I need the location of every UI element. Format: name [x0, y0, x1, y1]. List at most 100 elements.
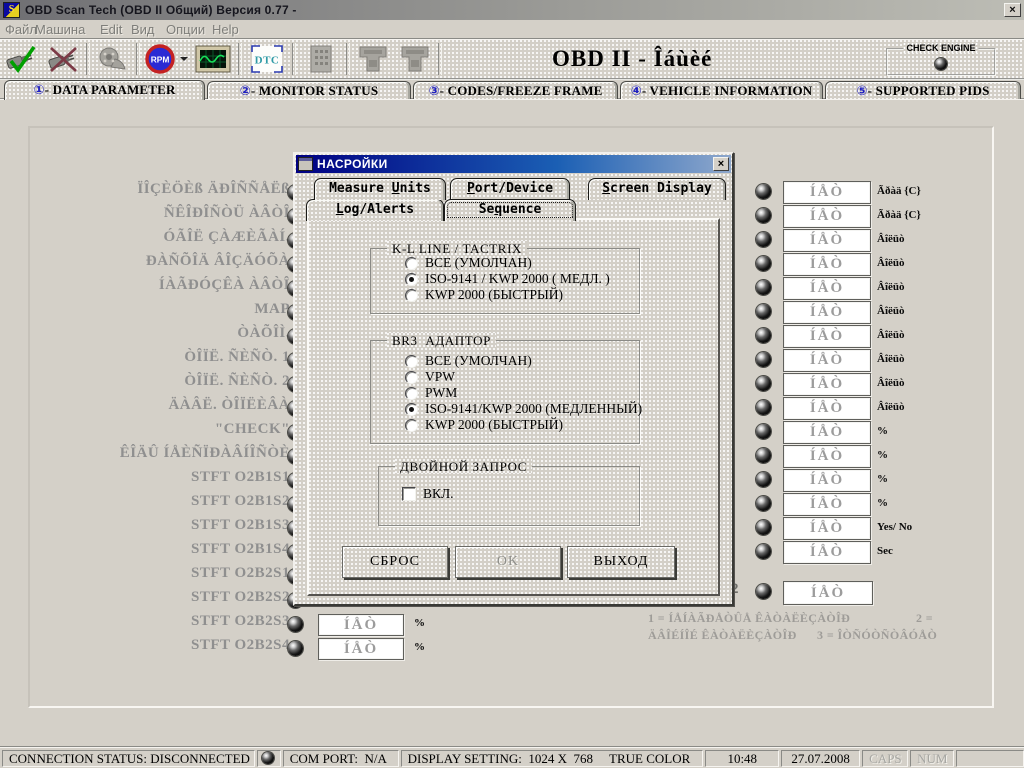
param-label: STFT O2B2S1 [40, 565, 290, 587]
radio-option[interactable]: ISO-9141 / KWP 2000 ( МЕДЛ. ) [405, 271, 610, 287]
radio-unselected[interactable] [405, 387, 418, 400]
dialog-tab-sequence[interactable]: Sequence [444, 199, 576, 221]
connector-b-button[interactable] [394, 42, 436, 76]
dialog-close-button[interactable]: × [713, 157, 729, 171]
radio-option[interactable]: VPW [405, 369, 455, 385]
radio-option[interactable]: KWP 2000 (БЫСТРЫЙ) [405, 287, 563, 303]
radio-unselected[interactable] [405, 371, 418, 384]
menu-item-6[interactable]: Help [212, 22, 239, 37]
connection-status: CONNECTION STATUS: DISCONNECTED [2, 750, 255, 767]
reset-button[interactable]: СБРОС [342, 546, 448, 578]
radio-selected[interactable] [405, 273, 418, 286]
tab-label: - MONITOR STATUS [251, 83, 378, 98]
tab-label: - DATA PARAMETER [45, 82, 176, 97]
date: 27.07.2008 [781, 750, 860, 767]
toolbar-separator [346, 43, 350, 75]
param-value-box: ÍÅÒ [783, 373, 871, 396]
param-label: STFT O2B2S4 [40, 637, 290, 659]
tab-codes-freeze-frame[interactable]: ③- CODES/FREEZE FRAME [413, 81, 618, 99]
rpm-dropdown-arrow[interactable] [178, 42, 190, 76]
dialog-titlebar[interactable]: НАСРОЙКИ × [296, 155, 731, 173]
menu-item-1[interactable]: Файл [5, 22, 37, 37]
param-unit: Âîëüò [877, 400, 905, 415]
rpm-button[interactable]: RPM [142, 42, 178, 76]
connect-button[interactable] [0, 42, 42, 76]
tab-vehicle-information[interactable]: ④- VEHICLE INFORMATION [620, 81, 823, 99]
dialog-title: НАСРОЙКИ [317, 157, 388, 171]
param-led [756, 544, 771, 559]
param-value-box: ÍÅÒ [318, 614, 404, 636]
group-3-title: ДВОЙНОЙ ЗАПРОС [395, 459, 532, 473]
menu-item-3[interactable]: Edit [100, 22, 122, 37]
radio-unselected[interactable] [405, 289, 418, 302]
dialog-tab-log-alerts[interactable]: Log/Alerts [306, 199, 444, 221]
param-label: ÒÎÏË. ÑÈÑÒ. 2 [40, 373, 290, 395]
param-label: ÓÃÎË ÇÀÆÈÃÀÍ. [40, 229, 290, 251]
param-unit: % [877, 448, 888, 463]
window-close-button[interactable]: × [1004, 3, 1021, 17]
disconnect-button[interactable] [42, 42, 84, 76]
connection-led [262, 752, 274, 764]
oscilloscope-button[interactable] [190, 42, 236, 76]
vkl-checkbox[interactable] [402, 487, 416, 501]
record-button[interactable] [92, 42, 134, 76]
param-label: STFT O2B1S1 [40, 469, 290, 491]
radio-option[interactable]: PWM [405, 385, 457, 401]
param-value-box: ÍÅÒ [783, 517, 871, 540]
film-icon [97, 45, 129, 73]
param-unit: Sec [877, 544, 893, 559]
app-window: S OBD Scan Tech (OBD II Общий) Версия 0.… [0, 0, 1024, 768]
caps-lock-indicator: CAPS [862, 750, 908, 767]
group-2-title: BR3 АДАПТОР [387, 333, 496, 347]
checkbox-option[interactable]: ВКЛ. [402, 486, 454, 502]
radio-unselected[interactable] [405, 419, 418, 432]
dialog-tab-screen-display[interactable]: Screen Display [588, 178, 726, 200]
tab-number: ④ [631, 84, 642, 99]
param-led [756, 328, 771, 343]
radio-option[interactable]: ISO-9141/KWP 2000 (МЕДЛЕННЫЙ) [405, 401, 642, 417]
radio-selected[interactable] [405, 403, 418, 416]
connection-led-cell [257, 750, 281, 767]
param-unit: Ãðàä {C} [877, 208, 921, 223]
connector-a-icon [356, 44, 390, 74]
param-value-box: ÍÅÒ [783, 205, 871, 228]
radio-label: VPW [425, 369, 455, 385]
exit-button[interactable]: ВЫХОД [567, 546, 675, 578]
param-label: ÑÊÎÐÎÑÒÜ ÀÂÒÎ [40, 205, 290, 227]
menu-item-4[interactable]: Вид [131, 22, 155, 37]
menu-item-2[interactable]: Машина [35, 22, 85, 37]
param-label: "CHECK" [40, 421, 290, 443]
param-value-box: ÍÅÒ [783, 301, 871, 324]
toolbar-separator [238, 43, 242, 75]
toolbar-separator [86, 43, 90, 75]
connector-a-button[interactable] [352, 42, 394, 76]
num-lock-indicator: NUM [910, 750, 954, 767]
svg-text:RPM: RPM [151, 55, 170, 65]
radio-option[interactable]: ВСЕ (УМОЛЧАН) [405, 353, 532, 369]
radio-option[interactable]: KWP 2000 (БЫСТРЫЙ) [405, 417, 563, 433]
toolbar-separator [292, 43, 296, 75]
param-unit: % [877, 472, 888, 487]
dtc-button[interactable]: DTC [244, 42, 290, 76]
tab-data-parameter[interactable]: ①- DATA PARAMETER [4, 80, 205, 100]
main-tab-bar: ①- DATA PARAMETER②- MONITOR STATUS③- COD… [0, 80, 1024, 100]
menu-item-5[interactable]: Опции [166, 22, 205, 37]
dialog-tab-port-device[interactable]: Port/Device [450, 178, 570, 200]
radio-option[interactable]: ВСЕ (УМОЛЧАН) [405, 255, 532, 271]
param-unit: Âîëüò [877, 376, 905, 391]
dialog-tab-measure-units[interactable]: Measure Units [314, 178, 446, 200]
toolbar-separator [438, 43, 442, 75]
check-engine-indicator: CHECK ENGINE [886, 48, 996, 76]
radio-unselected[interactable] [405, 257, 418, 270]
oscilloscope-icon [195, 44, 231, 74]
radio-unselected[interactable] [405, 355, 418, 368]
param-label: ÄÀÂË. ÒÎÏËÈÂÀ [40, 397, 290, 419]
tab-monitor-status[interactable]: ②- MONITOR STATUS [207, 81, 411, 99]
param-led [756, 472, 771, 487]
param-led [756, 304, 771, 319]
memory-card-button[interactable] [298, 42, 344, 76]
window-titlebar: S OBD Scan Tech (OBD II Общий) Версия 0.… [0, 0, 1024, 20]
tab-supported-pids[interactable]: ⑤- SUPPORTED PIDS [825, 81, 1021, 99]
radio-label: ВСЕ (УМОЛЧАН) [425, 255, 532, 271]
param-label: STFT O2B1S2 [40, 493, 290, 515]
